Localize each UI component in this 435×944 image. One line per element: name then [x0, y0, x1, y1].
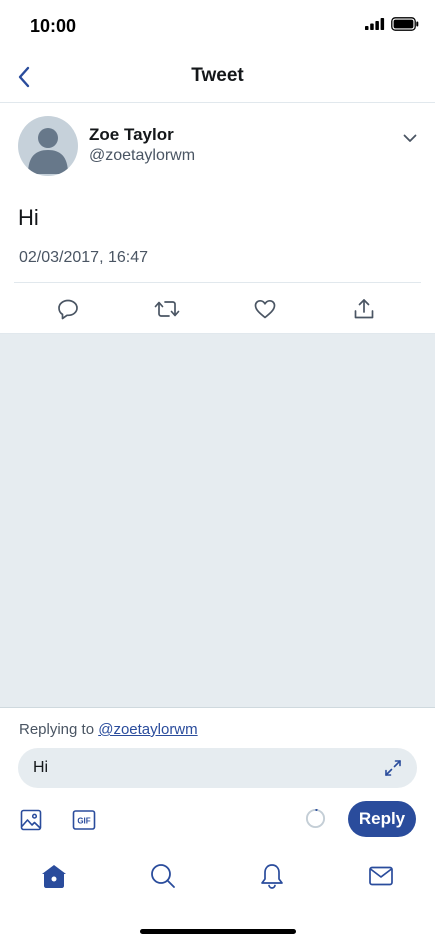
- reply-button[interactable]: Reply: [348, 801, 416, 837]
- tab-notifications[interactable]: [258, 862, 286, 890]
- replying-to-label: Replying to @zoetaylorwm: [19, 721, 198, 738]
- tab-bar: [0, 848, 435, 908]
- notifications-icon: [261, 864, 283, 889]
- character-counter-icon: [305, 808, 326, 829]
- chevron-down-icon: [403, 134, 417, 142]
- tweet-actions: [0, 283, 435, 333]
- replying-to-handle-link[interactable]: @zoetaylorwm: [98, 721, 197, 738]
- replies-area: [0, 334, 435, 707]
- avatar[interactable]: [18, 116, 78, 176]
- like-action-button[interactable]: [252, 296, 278, 322]
- tab-messages[interactable]: [367, 862, 395, 890]
- reply-icon: [58, 299, 78, 320]
- tweet-menu-button[interactable]: [399, 129, 421, 147]
- page-title: Tweet: [191, 65, 244, 86]
- add-gif-button[interactable]: GIF: [72, 808, 96, 832]
- reply-composer: Replying to @zoetaylorwm Hi GIF Reply: [0, 707, 435, 847]
- add-image-button[interactable]: [19, 808, 43, 832]
- home-indicator[interactable]: [140, 929, 296, 934]
- status-icons: [365, 17, 419, 31]
- reply-input[interactable]: Hi: [18, 748, 417, 788]
- reply-action-button[interactable]: [55, 296, 81, 322]
- default-avatar-icon: [28, 128, 68, 174]
- share-action-button[interactable]: [351, 296, 377, 322]
- status-time: 10:00: [30, 16, 77, 36]
- like-icon: [254, 299, 276, 319]
- nav-bar: Tweet: [0, 52, 435, 103]
- search-icon: [151, 864, 175, 888]
- author-handle[interactable]: @zoetaylorwm: [89, 147, 195, 165]
- retweet-action-button[interactable]: [154, 296, 180, 322]
- tweet-detail: Zoe Taylor @zoetaylorwm Hi 02/03/2017, 1…: [0, 103, 435, 334]
- retweet-icon: [154, 301, 180, 317]
- status-bar: 10:00: [0, 0, 435, 52]
- author-name[interactable]: Zoe Taylor: [89, 125, 174, 145]
- gif-icon: GIF: [72, 810, 96, 830]
- svg-text:GIF: GIF: [77, 817, 90, 826]
- home-icon: [42, 865, 66, 888]
- image-icon: [20, 809, 42, 831]
- battery-icon: [391, 17, 419, 31]
- replying-prefix: Replying to: [19, 721, 99, 738]
- tab-search[interactable]: [149, 862, 177, 890]
- share-icon: [354, 299, 374, 319]
- expand-icon[interactable]: [383, 758, 403, 778]
- tweet-timestamp: 02/03/2017, 16:47: [19, 249, 149, 266]
- reply-input-value: Hi: [33, 759, 49, 776]
- signal-icon: [365, 18, 385, 30]
- tweet-text: Hi: [18, 205, 39, 230]
- tab-home[interactable]: [40, 862, 68, 890]
- messages-icon: [369, 866, 393, 886]
